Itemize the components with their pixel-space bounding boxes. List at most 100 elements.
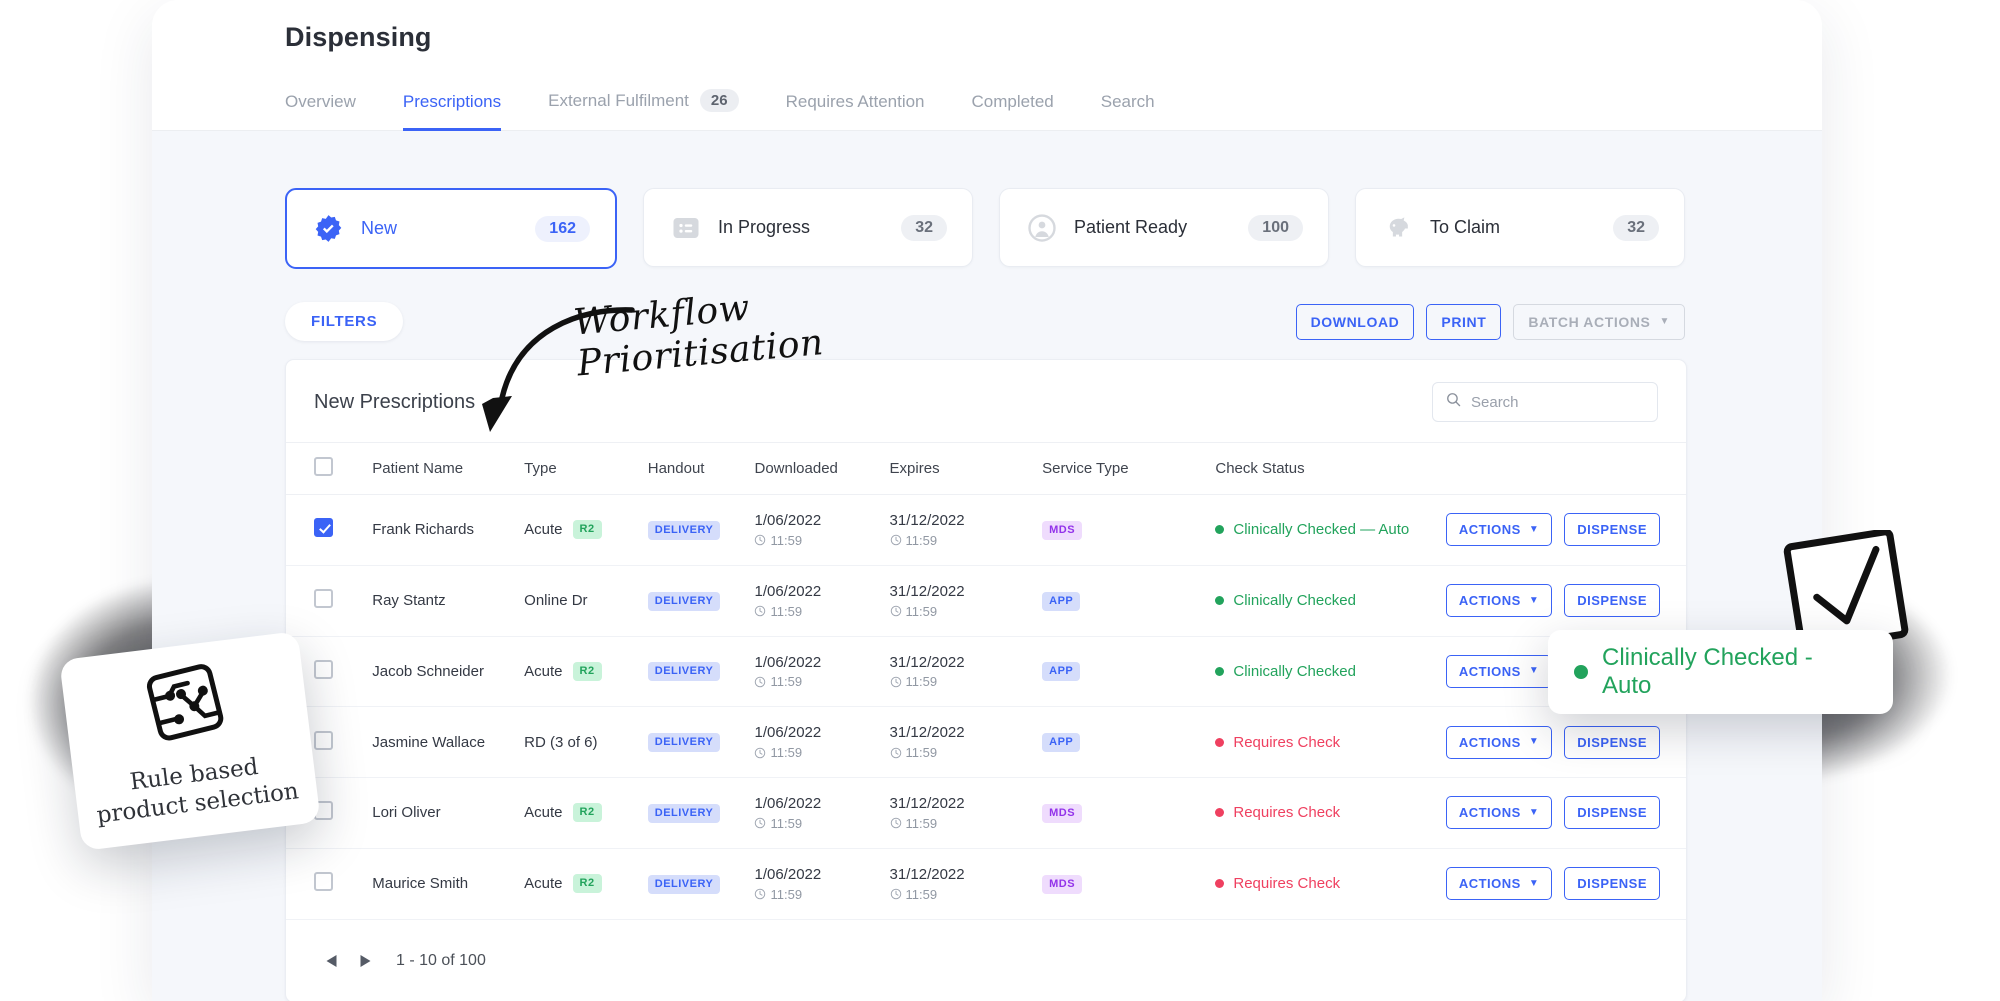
col-expires[interactable]: Expires xyxy=(889,442,1043,495)
tab-external-fulfilment[interactable]: External Fulfilment 26 xyxy=(548,89,739,131)
table-row[interactable]: Maurice Smith Acute R2 DELIVERY 1/06/2022 11:… xyxy=(286,848,1686,920)
row-actions-label: ACTIONS xyxy=(1458,593,1521,609)
service-type-pill: APP xyxy=(1042,733,1081,753)
search-input[interactable]: Search xyxy=(1432,382,1658,422)
dispense-button[interactable]: DISPENSE xyxy=(1564,725,1660,759)
row-actions-button[interactable]: ACTIONS ▼ xyxy=(1445,513,1553,547)
select-all-checkbox[interactable] xyxy=(314,457,333,476)
dispense-button[interactable]: DISPENSE xyxy=(1564,584,1660,618)
cell-service-type: APP xyxy=(1042,706,1216,778)
status-card-patient-ready[interactable]: Patient Ready 100 xyxy=(999,188,1329,267)
clock-icon xyxy=(890,676,901,687)
tab-overview[interactable]: Overview xyxy=(285,92,356,131)
page-body: New 162 In Progress 32 Patient Ready 100 xyxy=(152,131,1822,1001)
callout-rule-based-product-selection: Rule based product selection xyxy=(59,631,321,851)
dispense-button[interactable]: DISPENSE xyxy=(1564,867,1660,901)
chevron-down-icon: ▼ xyxy=(1528,523,1540,535)
row-actions-label: ACTIONS xyxy=(1458,522,1521,538)
cell-handout: DELIVERY xyxy=(647,848,755,920)
handout-pill: DELIVERY xyxy=(647,662,721,682)
cell-expires: 31/12/2022 11:59 xyxy=(889,777,1043,849)
row-checkbox[interactable] xyxy=(314,730,333,750)
expires-time: 11:59 xyxy=(890,533,1043,548)
tab-completed[interactable]: Completed xyxy=(972,92,1054,131)
pagination: 1 - 10 of 100 xyxy=(286,920,1686,1001)
downloaded-time-value: 11:59 xyxy=(770,603,803,619)
downloaded-time: 11:59 xyxy=(754,674,889,689)
col-type[interactable]: Type xyxy=(524,442,648,495)
next-page-button[interactable] xyxy=(348,944,382,978)
row-actions-button[interactable]: ACTIONS ▼ xyxy=(1445,867,1553,901)
type-pill: R2 xyxy=(572,661,602,681)
cell-handout: DELIVERY xyxy=(647,494,755,566)
status-card-in-progress[interactable]: In Progress 32 xyxy=(643,188,973,267)
cell-downloaded: 1/06/2022 11:59 xyxy=(754,848,890,920)
chevron-down-icon: ▼ xyxy=(1528,736,1540,748)
tab-requires-attention[interactable]: Requires Attention xyxy=(786,92,925,131)
expires-time-value: 11:59 xyxy=(905,603,938,619)
tab-search[interactable]: Search xyxy=(1101,92,1155,131)
download-button[interactable]: DOWNLOAD xyxy=(1295,303,1415,340)
chevron-down-icon: ▼ xyxy=(1528,806,1540,818)
status-label: Requires Check xyxy=(1233,733,1341,751)
batch-actions-button[interactable]: BATCH ACTIONS ▼ xyxy=(1513,303,1685,340)
dispense-button[interactable]: DISPENSE xyxy=(1564,796,1660,830)
col-handout[interactable]: Handout xyxy=(647,442,755,495)
status-label: Clinically Checked xyxy=(1233,662,1356,680)
pagination-label: 1 - 10 of 100 xyxy=(396,951,486,969)
table-row[interactable]: Jasmine Wallace RD (3 of 6) DELIVERY 1/06/2… xyxy=(286,706,1686,778)
row-actions-label: ACTIONS xyxy=(1458,876,1521,892)
cell-check-status: Clinically Checked xyxy=(1215,636,1446,708)
previous-page-button[interactable] xyxy=(314,944,348,978)
row-select-cell xyxy=(286,494,373,566)
filters-button[interactable]: FILTERS xyxy=(285,302,404,341)
row-actions-button[interactable]: ACTIONS ▼ xyxy=(1445,796,1553,830)
downloaded-date: 1/06/2022 xyxy=(754,653,822,671)
downloaded-time: 11:59 xyxy=(754,816,889,831)
prescriptions-table: Patient Name Type Handout Downloaded Exp… xyxy=(286,442,1686,920)
status-dot-icon xyxy=(1215,596,1225,606)
downloaded-date: 1/06/2022 xyxy=(754,865,822,883)
col-check-status[interactable]: Check Status xyxy=(1215,442,1446,495)
print-button[interactable]: PRINT xyxy=(1426,303,1502,340)
row-checkbox[interactable] xyxy=(314,589,333,609)
table-row[interactable]: Lori Oliver Acute R2 DELIVERY 1/06/2022 11:59… xyxy=(286,777,1686,849)
downloaded-time-value: 11:59 xyxy=(770,745,803,760)
piggy-bank-icon xyxy=(1381,211,1414,244)
cell-downloaded: 1/06/2022 11:59 xyxy=(754,636,890,708)
col-service-type[interactable]: Service Type xyxy=(1042,442,1216,495)
clock-icon xyxy=(755,888,766,900)
status-card-label: New xyxy=(361,218,398,238)
status-card-to-claim[interactable]: To Claim 32 xyxy=(1355,188,1685,267)
row-checkbox[interactable] xyxy=(314,872,333,892)
row-select-cell xyxy=(286,565,373,637)
cell-row-actions: ACTIONS ▼ DISPENSE xyxy=(1445,706,1686,778)
cell-patient-name: Jasmine Wallace xyxy=(372,706,525,778)
status-badge: Clinically Checked — Auto xyxy=(1215,521,1445,538)
row-actions-button[interactable]: ACTIONS ▼ xyxy=(1445,584,1553,618)
tab-badge-count: 26 xyxy=(699,89,739,112)
status-dot-icon xyxy=(1215,525,1225,535)
cell-type: Acute R2 xyxy=(524,636,648,708)
cell-type: RD (3 of 6) xyxy=(524,706,648,778)
table-row[interactable]: Jacob Schneider Acute R2 DELIVERY 1/06/2022 1… xyxy=(286,636,1686,708)
status-card-new[interactable]: New 162 xyxy=(285,188,617,269)
tab-label: Requires Attention xyxy=(785,92,925,111)
row-select-cell xyxy=(286,848,373,920)
expires-time-value: 11:59 xyxy=(905,886,938,902)
dispense-button[interactable]: DISPENSE xyxy=(1564,513,1660,547)
cell-handout: DELIVERY xyxy=(647,706,755,778)
col-actions xyxy=(1445,442,1686,495)
row-checkbox[interactable] xyxy=(314,659,333,679)
tab-prescriptions[interactable]: Prescriptions xyxy=(402,92,502,131)
table-row[interactable]: Ray Stantz Online Dr DELIVERY 1/06/2022 11:5… xyxy=(286,565,1686,637)
service-type-pill: MDS xyxy=(1042,874,1083,894)
row-checkbox[interactable] xyxy=(314,518,333,538)
col-downloaded[interactable]: Downloaded xyxy=(754,442,890,495)
cell-type: Online Dr xyxy=(524,565,648,637)
cell-type: Acute R2 xyxy=(524,494,648,566)
row-actions-button[interactable]: ACTIONS ▼ xyxy=(1445,725,1553,759)
table-row[interactable]: Frank Richards Acute R2 DELIVERY 1/06/2022 11… xyxy=(286,494,1686,566)
col-patient-name[interactable]: Patient Name xyxy=(372,442,525,495)
row-actions-button[interactable]: ACTIONS ▼ xyxy=(1445,654,1553,688)
